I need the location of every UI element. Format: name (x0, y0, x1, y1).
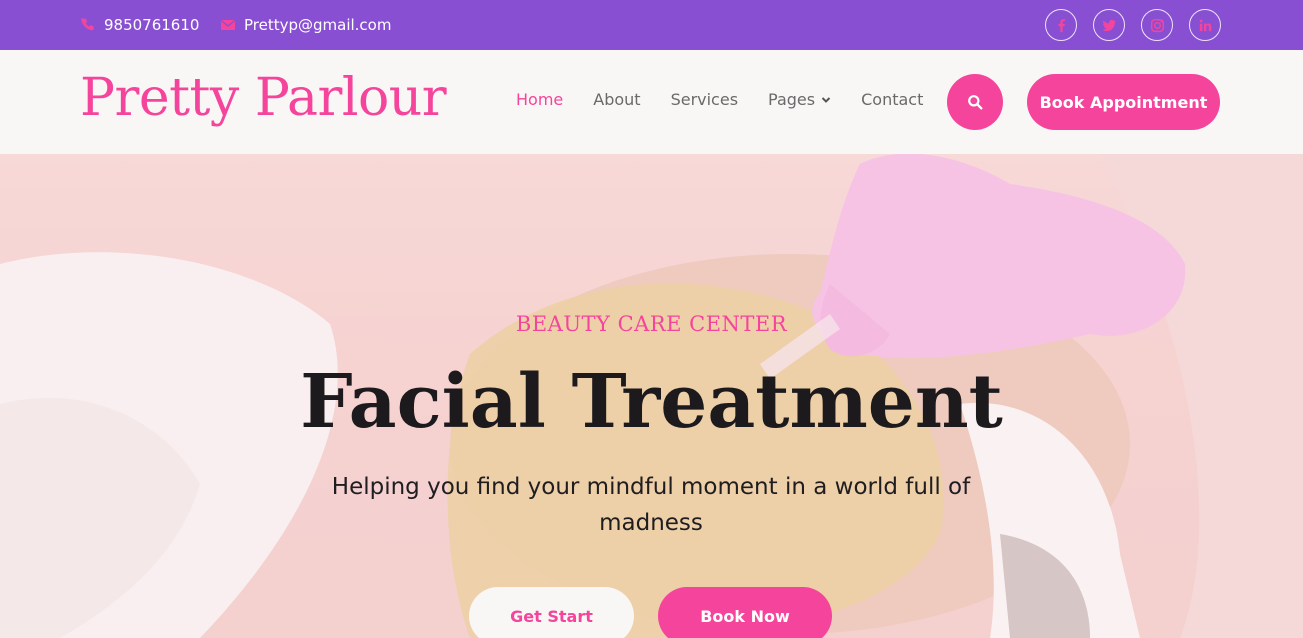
linkedin-link[interactable] (1189, 9, 1221, 41)
nav-about[interactable]: About (593, 90, 640, 109)
hero-subtitle: Helping you find your mindful moment in … (331, 474, 971, 536)
email-contact[interactable]: Prettyp@gmail.com (220, 0, 391, 50)
facebook-icon (1057, 18, 1065, 32)
hero-section: BEAUTY CARE CENTER Facial Treatment Help… (0, 154, 1303, 638)
nav-pages-dropdown[interactable]: Pages (768, 90, 831, 109)
facebook-link[interactable] (1045, 9, 1077, 41)
main-navbar: Pretty Parlour Home About Services Pages… (0, 50, 1303, 154)
instagram-link[interactable] (1141, 9, 1173, 41)
instagram-icon (1150, 18, 1164, 32)
envelope-icon (221, 20, 235, 30)
book-appointment-button[interactable]: Book Appointment (1027, 74, 1220, 130)
search-button[interactable] (947, 74, 1003, 130)
nav-contact[interactable]: Contact (861, 90, 923, 109)
email-address: Prettyp@gmail.com (244, 16, 392, 34)
nav-menu: Home About Services Pages Contact (516, 90, 923, 109)
phone-icon (81, 17, 94, 31)
phone-contact[interactable]: 9850761610 (80, 0, 199, 50)
nav-pages-label: Pages (768, 90, 816, 109)
site-logo[interactable]: Pretty Parlour (80, 68, 447, 128)
twitter-icon (1101, 19, 1116, 31)
nav-services[interactable]: Services (671, 90, 738, 109)
twitter-link[interactable] (1093, 9, 1125, 41)
chevron-down-icon (821, 96, 831, 103)
top-bar: 9850761610 Prettyp@gmail.com (0, 0, 1303, 50)
phone-number: 9850761610 (104, 16, 200, 34)
search-icon (968, 95, 983, 110)
hero-eyebrow: BEAUTY CARE CENTER (515, 312, 788, 336)
get-start-button[interactable]: Get Start (469, 587, 634, 638)
social-links (1045, 9, 1221, 41)
hero-title: Facial Treatment (300, 359, 1003, 445)
book-now-button[interactable]: Book Now (658, 587, 832, 638)
nav-home[interactable]: Home (516, 90, 563, 109)
linkedin-icon (1199, 19, 1211, 31)
